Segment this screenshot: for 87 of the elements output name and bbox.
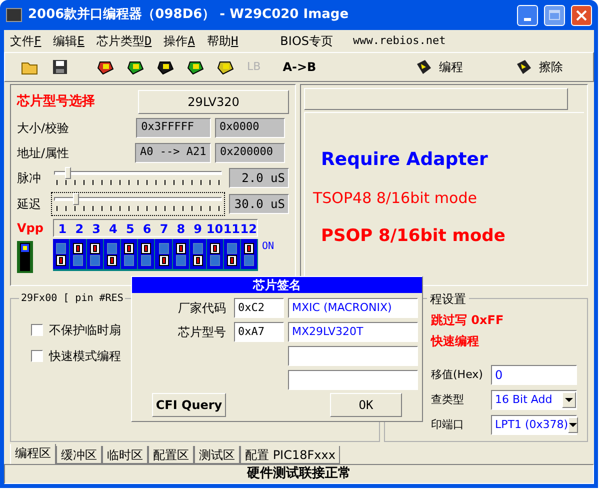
reading-field: 2.0 uS bbox=[229, 168, 289, 188]
slider-thumb[interactable] bbox=[73, 193, 80, 205]
dropdown[interactable]: 16 Bit Add bbox=[491, 390, 577, 410]
on-label: ON bbox=[262, 240, 274, 254]
switch-number: 10 bbox=[206, 221, 224, 236]
field-label: 印端口 bbox=[431, 416, 465, 433]
dropdown[interactable]: LPT1 (0x378) bbox=[491, 415, 577, 435]
adapter-text: PSOP 8/16bit mode bbox=[321, 224, 506, 248]
code-field[interactable]: 0xC2 bbox=[234, 298, 284, 318]
tab[interactable]: 编程区 bbox=[10, 444, 56, 464]
close-button[interactable] bbox=[571, 4, 592, 26]
checkbox-label: 快速模式编程 bbox=[49, 348, 121, 365]
setting-note: 跳过写 0xFF bbox=[431, 312, 505, 329]
tab[interactable]: 缓冲区 bbox=[56, 446, 102, 464]
switch-number: 2 bbox=[74, 221, 85, 236]
close-icon bbox=[576, 10, 587, 20]
app-icon bbox=[6, 8, 22, 22]
menu-link[interactable]: www.rebios.net bbox=[353, 32, 446, 50]
value-field: A0 --> A21 bbox=[135, 142, 212, 162]
field-label: 查类型 bbox=[431, 392, 465, 408]
row-label: 大小/校验 bbox=[17, 120, 70, 136]
slider-label: 延迟 bbox=[17, 196, 42, 213]
field-label: 移值(Hex) bbox=[431, 366, 484, 383]
input-field[interactable] bbox=[288, 346, 418, 366]
switch-number: 7 bbox=[158, 221, 170, 236]
dip-switch[interactable] bbox=[53, 239, 70, 269]
dip-switch[interactable] bbox=[104, 239, 122, 269]
adapter-text: Require Adapter bbox=[321, 148, 489, 172]
status-bar: 硬件测试联接正常 bbox=[4, 464, 594, 484]
code-field[interactable]: 0xA7 bbox=[234, 322, 284, 342]
menu-item[interactable]: 文件F bbox=[10, 32, 42, 50]
switch-number: 4 bbox=[108, 221, 118, 236]
tab[interactable]: 配置区 bbox=[148, 446, 194, 464]
switch-number: 6 bbox=[142, 221, 152, 236]
menu-item[interactable]: 帮助H bbox=[206, 32, 238, 50]
save-icon[interactable] bbox=[51, 58, 69, 76]
switch-number: 5 bbox=[124, 221, 136, 236]
input-field[interactable]: 0 bbox=[491, 365, 577, 385]
setting-note: 快速编程 bbox=[431, 333, 480, 350]
chip-select-button[interactable]: 29LV320 bbox=[138, 90, 289, 114]
menu-link[interactable]: BIOS专页 bbox=[280, 32, 334, 50]
dialog-button[interactable]: CFI Query bbox=[152, 393, 226, 417]
minimize-button[interactable] bbox=[517, 4, 538, 26]
slider[interactable] bbox=[50, 192, 226, 216]
checkbox[interactable] bbox=[31, 324, 43, 336]
switch-number: 9 bbox=[192, 221, 204, 236]
toolbar-button[interactable]: 编程 bbox=[415, 58, 463, 76]
dip-switch[interactable] bbox=[87, 239, 104, 269]
checkbox-label: 不保护临时扇 bbox=[49, 322, 121, 339]
row-label: 地址/属性 bbox=[17, 144, 70, 162]
switch-number: 3 bbox=[91, 221, 102, 236]
name-field[interactable]: MXIC (MACRONIX) bbox=[288, 298, 418, 318]
switch-number: 8 bbox=[176, 221, 186, 236]
name-field[interactable]: MX29LV320T bbox=[288, 322, 418, 342]
dialog-button[interactable]: OK bbox=[330, 393, 402, 417]
panel-title: 芯片型号选择 bbox=[17, 93, 96, 112]
input-field[interactable] bbox=[288, 370, 418, 390]
value-field: 0x200000 bbox=[215, 142, 285, 162]
dip-switch[interactable] bbox=[121, 239, 138, 269]
value-field: 0x0000 bbox=[214, 118, 286, 138]
field-label: 厂家代码 bbox=[178, 300, 226, 317]
menu-item[interactable]: 芯片类型D bbox=[96, 32, 152, 50]
tab[interactable]: 测试区 bbox=[194, 446, 240, 464]
slider-thumb[interactable] bbox=[64, 167, 71, 179]
menu-item[interactable]: 操作A bbox=[164, 32, 195, 50]
toolbar-button[interactable]: A->B bbox=[282, 58, 316, 76]
toolbar-button[interactable]: 擦除 bbox=[515, 58, 563, 76]
group-title: 29Fx00 [ pin #RES bbox=[19, 291, 126, 306]
switch-number: 12 bbox=[240, 221, 258, 236]
checkbox[interactable] bbox=[31, 350, 43, 362]
dip-switch[interactable] bbox=[138, 239, 156, 269]
dip-switch[interactable] bbox=[70, 239, 88, 269]
slider-label: 脉冲 bbox=[17, 170, 42, 187]
maximize-button[interactable] bbox=[544, 4, 565, 26]
window-title: 2006款并口编程器（098D6） - W29C020 Image bbox=[28, 6, 350, 24]
jumper-drawing bbox=[17, 241, 33, 273]
switch-number: 1 bbox=[57, 221, 68, 236]
adapter-text: TSOP48 8/16bit mode bbox=[313, 188, 478, 209]
tab[interactable]: 配置 PIC18Fxxx bbox=[240, 446, 340, 464]
switch-number: 11 bbox=[223, 221, 240, 236]
reading-field: 30.0 uS bbox=[229, 194, 289, 214]
value-field: 0x3FFFFF bbox=[136, 118, 210, 138]
vpp-label: Vpp bbox=[17, 220, 44, 237]
field-label: 芯片型号 bbox=[178, 324, 226, 341]
dialog-title: 芯片签名 bbox=[132, 277, 422, 293]
tab[interactable]: 临时区 bbox=[102, 446, 148, 464]
menu-item[interactable]: 编辑E bbox=[53, 32, 84, 50]
